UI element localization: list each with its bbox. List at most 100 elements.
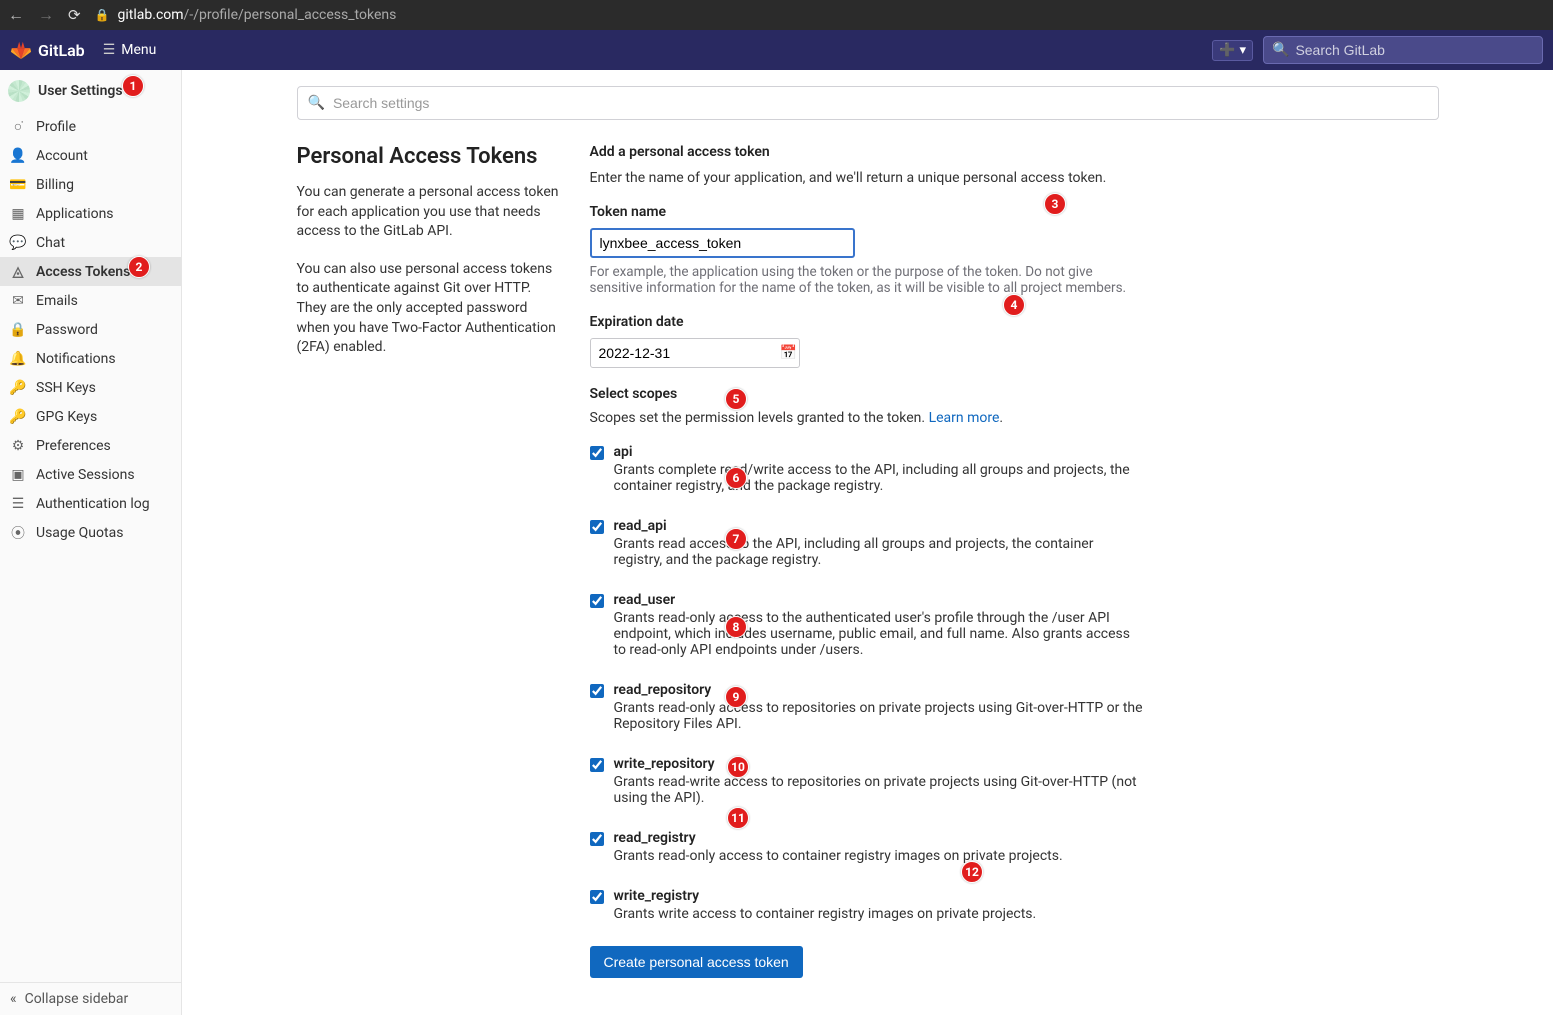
scope-checkbox-read_user[interactable] <box>590 594 604 608</box>
expiration-input[interactable] <box>599 345 780 361</box>
preferences-icon: ⚙ <box>10 438 26 454</box>
search-icon: 🔍 <box>308 95 325 111</box>
scope-item-read_registry: read_registryGrants read-only access to … <box>590 830 1439 864</box>
sidebar-item-active-sessions[interactable]: ▣Active Sessions <box>0 460 181 489</box>
scope-item-read_user: read_userGrants read-only access to the … <box>590 592 1439 658</box>
page-desc-1: You can generate a personal access token… <box>297 183 562 242</box>
menu-button[interactable]: ☰ Menu <box>95 38 165 62</box>
expiration-input-wrap[interactable]: 📅 <box>590 338 800 368</box>
new-dropdown-button[interactable]: ➕ ▾ <box>1212 40 1253 61</box>
page-title: Personal Access Tokens <box>297 144 562 169</box>
tanuki-icon <box>10 39 32 61</box>
password-icon: 🔒 <box>10 322 26 338</box>
search-settings-box[interactable]: 🔍 <box>297 86 1439 120</box>
sidebar-item-profile[interactable]: ○̇ Profile <box>0 112 181 141</box>
scope-item-api: apiGrants complete read/write access to … <box>590 444 1439 494</box>
sidebar-item-billing[interactable]: 💳 Billing <box>0 170 181 199</box>
browser-chrome: ← → ⟳ 🔒 gitlab.com/-/profile/personal_ac… <box>0 0 1553 30</box>
plus-icon: ➕ <box>1219 43 1235 58</box>
annotation-badge-2: 2 <box>128 256 150 278</box>
scope-item-read_repository: read_repositoryGrants read-only access t… <box>590 682 1439 732</box>
annotation-badge-4: 4 <box>1003 294 1025 316</box>
notifications-icon: 🔔 <box>10 351 26 367</box>
learn-more-link[interactable]: Learn more <box>929 410 1000 426</box>
global-search-input[interactable] <box>1295 42 1534 58</box>
sessions-icon: ▣ <box>10 467 26 483</box>
sidebar-item-label: Authentication log <box>36 496 150 512</box>
annotation-badge-5: 5 <box>725 388 747 410</box>
sidebar-item-label: Notifications <box>36 351 116 367</box>
sidebar-item-emails[interactable]: ✉Emails <box>0 286 181 315</box>
sidebar-item-label: Password <box>36 322 98 338</box>
scope-checkbox-write_repository[interactable] <box>590 758 604 772</box>
sidebar-item-authentication-log[interactable]: ☰ Authentication log <box>0 489 181 518</box>
collapse-sidebar-button[interactable]: « Collapse sidebar <box>0 982 181 1015</box>
scope-name: api <box>614 444 1439 460</box>
sidebar-item-notifications[interactable]: 🔔 Notifications <box>0 344 181 373</box>
scope-name: read_registry <box>614 830 1439 846</box>
search-settings-input[interactable] <box>333 95 1428 111</box>
sidebar-item-chat[interactable]: 💬Chat <box>0 228 181 257</box>
annotation-badge-6: 6 <box>725 467 747 489</box>
reload-icon[interactable]: ⟳ <box>68 6 81 24</box>
hamburger-icon: ☰ <box>103 42 116 58</box>
sidebar-item-access-tokens[interactable]: ◬ Access Tokens <box>0 257 181 286</box>
scope-desc: Grants read-only access to repositories … <box>614 700 1144 732</box>
sidebar-item-ssh-keys[interactable]: 🔑SSH Keys <box>0 373 181 402</box>
token-name-help: For example, the application using the t… <box>590 264 1130 296</box>
sidebar-item-label: Chat <box>36 235 65 251</box>
annotation-badge-9: 9 <box>725 686 747 708</box>
annotation-badge-12: 12 <box>961 861 983 883</box>
back-icon[interactable]: ← <box>8 5 24 25</box>
sidebar-item-label: Account <box>36 148 88 164</box>
sidebar-item-label: Applications <box>36 206 114 222</box>
forward-icon[interactable]: → <box>38 5 54 25</box>
user-avatar[interactable] <box>8 80 30 102</box>
url-path: /-/profile/personal_access_tokens <box>184 7 397 23</box>
calendar-icon[interactable]: 📅 <box>780 345 797 361</box>
url-bar[interactable]: 🔒 gitlab.com/-/profile/personal_access_t… <box>95 7 1545 23</box>
sidebar-item-gpg-keys[interactable]: 🔑GPG Keys <box>0 402 181 431</box>
scope-checkbox-read_repository[interactable] <box>590 684 604 698</box>
gitlab-logo[interactable]: GitLab <box>10 39 85 61</box>
collapse-label: Collapse sidebar <box>25 991 129 1007</box>
form-heading: Add a personal access token <box>590 144 1439 160</box>
chevron-left-icon: « <box>10 991 17 1007</box>
annotation-badge-7: 7 <box>725 528 747 550</box>
sidebar-item-label: Billing <box>36 177 74 193</box>
expiration-label: Expiration date <box>590 314 1439 330</box>
create-token-button[interactable]: Create personal access token <box>590 946 803 978</box>
sidebar-item-preferences[interactable]: ⚙Preferences <box>0 431 181 460</box>
global-search-box[interactable]: 🔍 <box>1263 36 1543 64</box>
scope-item-read_api: read_apiGrants read access to the API, i… <box>590 518 1439 568</box>
applications-icon: ▦ <box>10 206 26 222</box>
scope-checkbox-read_api[interactable] <box>590 520 604 534</box>
sidebar-item-label: Access Tokens <box>36 264 130 280</box>
scope-item-write_repository: write_repositoryGrants read-write access… <box>590 756 1439 806</box>
annotation-badge-8: 8 <box>725 616 747 638</box>
sidebar-item-usage-quotas[interactable]: ⦿Usage Quotas <box>0 518 181 547</box>
token-icon: ◬ <box>10 264 26 280</box>
scope-checkbox-read_registry[interactable] <box>590 832 604 846</box>
scope-name: write_registry <box>614 888 1439 904</box>
billing-icon: 💳 <box>10 177 26 193</box>
scope-item-write_registry: write_registry Grants write access to con… <box>590 888 1439 922</box>
scope-desc: Grants write access to container registr… <box>614 906 1144 922</box>
account-icon: 👤 <box>10 148 26 164</box>
ssh-icon: 🔑 <box>10 380 26 396</box>
profile-icon: ○̇ <box>10 119 26 135</box>
search-icon: 🔍 <box>1272 42 1289 58</box>
sidebar-item-account[interactable]: 👤 Account <box>0 141 181 170</box>
scope-checkbox-api[interactable] <box>590 446 604 460</box>
annotation-badge-1: 1 <box>122 75 144 97</box>
sidebar-item-applications[interactable]: ▦ Applications <box>0 199 181 228</box>
annotation-badge-3: 3 <box>1044 193 1066 215</box>
sidebar-item-label: Emails <box>36 293 78 309</box>
sidebar-item-label: GPG Keys <box>36 409 97 425</box>
authlog-icon: ☰ <box>10 496 26 512</box>
token-name-label: Token name <box>590 204 1439 220</box>
sidebar-item-password[interactable]: 🔒 Password <box>0 315 181 344</box>
token-name-input[interactable] <box>590 228 855 258</box>
scope-checkbox-write_registry[interactable] <box>590 890 604 904</box>
sidebar-item-label: Profile <box>36 119 76 135</box>
